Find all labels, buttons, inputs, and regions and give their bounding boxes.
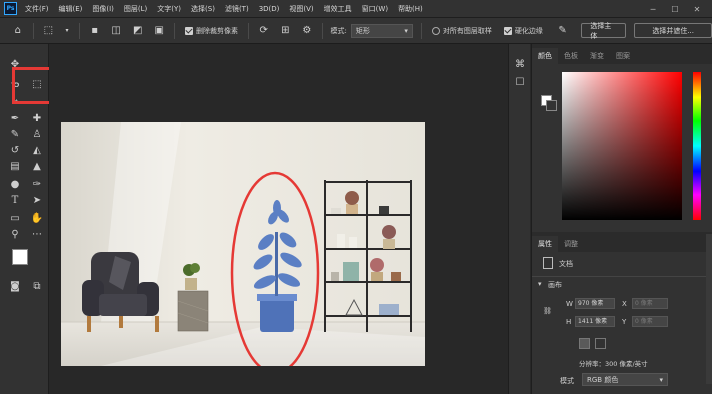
hand-tool-icon[interactable]: ✋ xyxy=(30,212,44,226)
background-color-swatch[interactable] xyxy=(546,100,557,111)
properties-scrollbar[interactable] xyxy=(706,234,712,384)
menu-plugins[interactable]: 增效工具 xyxy=(324,4,352,14)
menu-filter[interactable]: 滤镜(T) xyxy=(225,4,249,14)
chevron-down-icon: ▾ xyxy=(659,375,663,384)
subtract-selection-icon[interactable]: ◩ xyxy=(132,25,144,37)
resolution-text: 分辨率：300 像素/英寸 xyxy=(579,360,648,368)
gradient-tool-icon[interactable]: ▤ xyxy=(8,160,22,174)
blur-tool-icon[interactable]: ▲ xyxy=(30,160,44,174)
menu-image[interactable]: 图像(I) xyxy=(92,4,114,14)
photoshop-logo: Ps xyxy=(4,2,17,15)
menu-layer[interactable]: 图层(L) xyxy=(124,4,147,14)
tab-swatches[interactable]: 色板 xyxy=(558,48,584,64)
chevron-down-icon[interactable]: ▾ xyxy=(64,25,70,37)
width-field[interactable]: 970 像素 xyxy=(575,298,615,309)
options-bar: ⌂ ⬚ ▾ ▪ ◫ ◩ ▣ 删除裁剪像素 ⟳ ⊞ ⚙ 模式: 矩形 ▾ 对所有图… xyxy=(0,18,712,44)
document-icon xyxy=(543,257,553,269)
tab-adjustments[interactable]: 调整 xyxy=(558,236,584,252)
menu-window[interactable]: 窗口(W) xyxy=(362,4,388,14)
intersect-selection-icon[interactable]: ▣ xyxy=(153,25,165,37)
height-label: H xyxy=(566,318,572,326)
tab-properties[interactable]: 属性 xyxy=(532,236,558,252)
rectangle-tool-icon[interactable]: ▭ xyxy=(8,212,22,226)
checkbox-icon xyxy=(503,26,512,35)
color-picker xyxy=(532,64,712,236)
canvas-section-label: 画布 xyxy=(548,281,562,289)
maximize-icon[interactable]: ☐ xyxy=(664,5,686,14)
right-panel: 颜色 色板 渐变 图案 属性 调整 文档 ▾ 画布 ⛓ W 970 像素 X 0… xyxy=(531,44,712,394)
eraser-tool-icon[interactable]: ◭ xyxy=(30,144,44,158)
x-field[interactable]: 0 像素 xyxy=(632,298,668,309)
mode-select[interactable]: RGB 颜色 ▾ xyxy=(582,373,668,386)
style-select[interactable]: 矩形 ▾ xyxy=(350,23,413,38)
grid-overlay-icon[interactable]: ⊞ xyxy=(279,25,291,37)
chevron-down-icon: ▾ xyxy=(404,26,408,35)
select-and-mask-button[interactable]: 选择并遮住... xyxy=(634,23,712,38)
screen-mode-icon[interactable]: ⧉ xyxy=(30,280,44,294)
menu-type[interactable]: 文字(Y) xyxy=(157,4,181,14)
portrait-orientation-button[interactable] xyxy=(579,338,590,349)
x-label: X xyxy=(622,300,627,308)
healing-brush-icon[interactable]: ✚ xyxy=(30,112,44,126)
minimize-icon[interactable]: ─ xyxy=(642,5,664,14)
add-selection-icon[interactable]: ◫ xyxy=(110,25,122,37)
path-selection-icon[interactable]: ➤ xyxy=(30,194,44,208)
quick-mask-icon[interactable]: ◙ xyxy=(8,280,22,294)
radio-icon xyxy=(431,26,440,35)
menu-help[interactable]: 帮助(H) xyxy=(398,4,423,14)
menu-3d[interactable]: 3D(D) xyxy=(259,5,280,13)
tab-patterns[interactable]: 图案 xyxy=(610,48,636,64)
document-label: 文档 xyxy=(559,260,573,268)
tool-preset-icon[interactable]: ⬚ xyxy=(43,25,55,37)
room-photo xyxy=(61,122,425,366)
enhance-edge-toggle[interactable]: 硬化边缘 xyxy=(503,26,543,36)
menu-view[interactable]: 视图(V) xyxy=(289,4,313,14)
brush-tool-icon[interactable]: ✎ xyxy=(8,128,22,142)
canvas-area xyxy=(49,44,500,394)
height-field[interactable]: 1411 像素 xyxy=(575,316,615,327)
saturation-brightness-field[interactable] xyxy=(562,72,682,220)
pen-tool-icon[interactable]: ✑ xyxy=(30,178,44,192)
eyedropper-tool-icon[interactable]: ✒ xyxy=(8,112,22,126)
more-tools-icon[interactable]: ⋯ xyxy=(30,228,44,242)
history-brush-icon[interactable]: ↺ xyxy=(8,144,22,158)
history-panel-icon[interactable]: ⌘ xyxy=(513,58,527,72)
menu-file[interactable]: 文件(F) xyxy=(25,4,49,14)
checkbox-icon xyxy=(184,26,193,35)
y-label: Y xyxy=(622,318,627,326)
document-canvas[interactable] xyxy=(61,122,425,366)
color-panel-tabs: 颜色 色板 渐变 图案 xyxy=(532,44,712,64)
tab-gradients[interactable]: 渐变 xyxy=(584,48,610,64)
delete-cropped-toggle[interactable]: 删除裁剪像素 xyxy=(184,26,238,36)
zoom-tool-icon[interactable]: ⚲ xyxy=(8,228,22,242)
mode-label: 模式 xyxy=(560,377,574,385)
menu-select[interactable]: 选择(S) xyxy=(191,4,215,14)
width-label: W xyxy=(566,300,573,308)
gear-icon[interactable]: ⚙ xyxy=(301,25,313,37)
clone-stamp-icon[interactable]: ♙ xyxy=(30,128,44,142)
new-selection-icon[interactable]: ▪ xyxy=(89,25,101,37)
chevron-down-icon[interactable]: ▾ xyxy=(538,280,542,288)
properties-panel-tabs: 属性 调整 xyxy=(532,232,712,252)
close-icon[interactable]: ✕ xyxy=(686,5,708,14)
collapsed-panel-icons: ⌘ ☐ xyxy=(508,44,530,394)
dodge-tool-icon[interactable]: ● xyxy=(8,178,22,192)
comment-panel-icon[interactable]: ☐ xyxy=(513,76,527,90)
foreground-color-swatch[interactable] xyxy=(12,249,28,265)
tab-color[interactable]: 颜色 xyxy=(532,48,558,64)
menu-edit[interactable]: 编辑(E) xyxy=(59,4,83,14)
landscape-orientation-button[interactable] xyxy=(595,338,606,349)
rotate-icon[interactable]: ⟳ xyxy=(258,25,270,37)
y-field[interactable]: 0 像素 xyxy=(632,316,668,327)
hue-slider[interactable] xyxy=(693,72,701,220)
menu-bar: Ps 文件(F) 编辑(E) 图像(I) 图层(L) 文字(Y) 选择(S) 滤… xyxy=(0,0,712,18)
sample-all-layers-toggle[interactable]: 对所有图层取样 xyxy=(431,26,492,36)
brush-settings-icon[interactable]: ✎ xyxy=(557,25,569,37)
link-dimensions-icon[interactable]: ⛓ xyxy=(543,307,552,315)
select-subject-button[interactable]: 选择主体 xyxy=(581,22,627,40)
home-icon[interactable]: ⌂ xyxy=(12,25,24,37)
type-tool-icon[interactable]: T xyxy=(8,194,22,208)
style-label: 模式: xyxy=(330,26,347,35)
